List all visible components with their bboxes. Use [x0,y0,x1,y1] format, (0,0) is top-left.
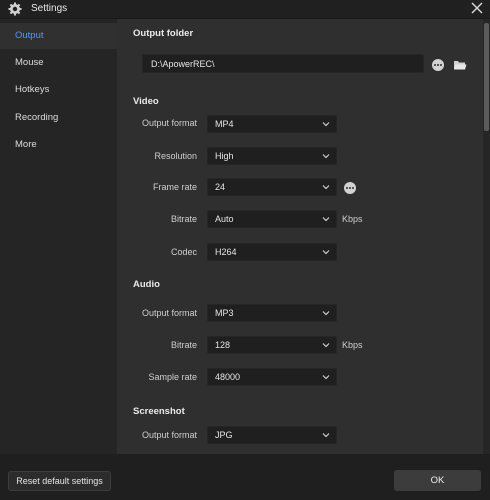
audio-output-format-label: Output format [141,308,197,318]
chevron-down-icon [322,185,330,190]
output-folder-field[interactable]: D:\ApowerREC\ [142,54,424,73]
video-heading: Video [133,96,159,107]
title-bar: Settings [0,0,490,19]
chevron-down-icon [322,433,330,438]
video-bitrate-value: Auto [215,214,234,224]
settings-panel: Output folder D:\ApowerREC\ Video Output… [117,19,483,454]
video-bitrate-select[interactable]: Auto [207,210,337,228]
chevron-down-icon [322,311,330,316]
reset-default-settings-button[interactable]: Reset default settings [8,471,111,491]
chevron-down-icon [322,122,330,127]
audio-output-format-select[interactable]: MP3 [207,304,337,322]
sidebar-item-recording[interactable]: Recording [0,105,117,131]
frame-rate-more-icon[interactable] [344,182,356,194]
scrollbar[interactable] [483,19,490,454]
chevron-down-icon [322,154,330,159]
video-output-format-value: MP4 [215,119,234,129]
output-folder-path: D:\ApowerREC\ [151,59,215,69]
sidebar: Output Mouse Hotkeys Recording More [0,19,117,454]
sample-rate-label: Sample rate [148,372,197,382]
video-output-format-select[interactable]: MP4 [207,115,337,133]
resolution-select[interactable]: High [207,147,337,165]
video-bitrate-label: Bitrate [170,214,197,224]
sample-rate-value: 48000 [215,372,241,382]
output-folder-heading: Output folder [133,28,194,39]
codec-value: H264 [215,247,237,257]
more-icon[interactable] [432,59,444,71]
video-bitrate-unit: Kbps [342,214,363,224]
chevron-down-icon [322,217,330,222]
folder-icon[interactable] [453,59,467,71]
codec-select[interactable]: H264 [207,243,337,261]
scrollbar-thumb[interactable] [484,23,489,131]
screenshot-output-format-value: JPG [215,430,233,440]
screenshot-output-format-select[interactable]: JPG [207,426,337,444]
frame-rate-value: 24 [215,182,226,192]
sample-rate-select[interactable]: 48000 [207,368,337,386]
audio-bitrate-value: 128 [215,340,231,350]
audio-heading: Audio [133,279,160,290]
window-title: Settings [31,3,68,14]
gear-icon [8,2,22,16]
screenshot-output-format-label: Output format [141,430,197,440]
chevron-down-icon [322,250,330,255]
audio-bitrate-select[interactable]: 128 [207,336,337,354]
chevron-down-icon [322,343,330,348]
audio-bitrate-unit: Kbps [342,340,363,350]
chevron-down-icon [322,375,330,380]
ok-button[interactable]: OK [394,470,481,491]
resolution-value: High [215,151,234,161]
codec-label: Codec [170,247,197,257]
video-output-format-label: Output format [141,118,197,128]
sidebar-item-mouse[interactable]: Mouse [0,50,117,76]
close-icon[interactable] [470,1,484,15]
sidebar-item-more[interactable]: More [0,132,117,158]
sidebar-item-output[interactable]: Output [0,23,117,49]
audio-bitrate-label: Bitrate [170,340,197,350]
sidebar-item-hotkeys[interactable]: Hotkeys [0,77,117,103]
footer: Reset default settings OK [0,454,490,500]
audio-output-format-value: MP3 [215,308,234,318]
screenshot-heading: Screenshot [133,406,185,417]
frame-rate-label: Frame rate [152,182,197,192]
resolution-label: Resolution [154,151,197,161]
frame-rate-select[interactable]: 24 [207,178,337,196]
